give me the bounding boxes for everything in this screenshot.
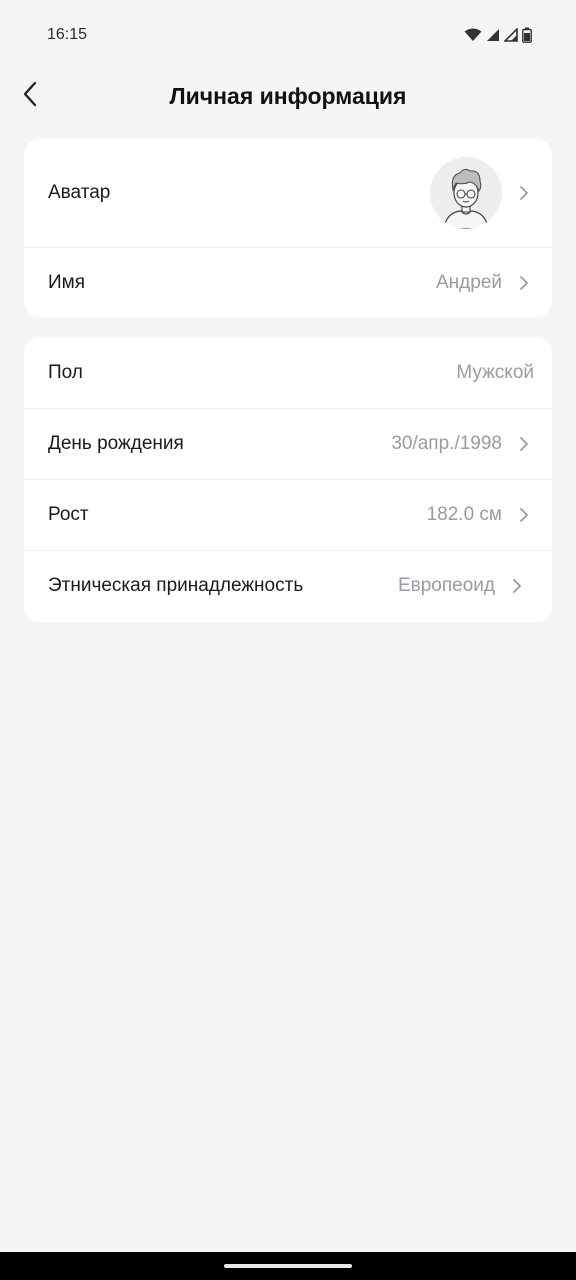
navigation-bar [0, 1252, 576, 1280]
row-label: Пол [48, 361, 83, 383]
birthday-row[interactable]: День рождения 30/апр./1998 [24, 408, 552, 479]
avatar [430, 157, 502, 229]
ethnicity-row[interactable]: Этническая принадлежность Европеоид [24, 550, 552, 621]
battery-icon [522, 27, 532, 43]
chevron-right-icon [518, 275, 530, 291]
page-title: Личная информация [169, 83, 407, 109]
row-label: Аватар [48, 182, 111, 203]
height-row[interactable]: Рост 182.0 см [24, 479, 552, 550]
signal-icon [504, 28, 518, 42]
row-value: Европеоид [397, 575, 495, 596]
signal-icon [486, 28, 500, 42]
gender-row: Пол Мужской [24, 337, 552, 408]
chevron-right-icon [511, 578, 523, 594]
row-label: День рождения [48, 433, 184, 454]
screen: 16:15 Личная информация Аватар Имя Андре… [0, 0, 576, 1280]
profile-card: Аватар Имя Андрей [24, 139, 552, 317]
status-time: 16:15 [47, 26, 88, 43]
row-value: 30/апр./1998 [391, 433, 502, 454]
row-value: 182.0 см [426, 504, 502, 525]
row-label: Имя [48, 271, 86, 293]
home-indicator[interactable] [224, 1264, 352, 1268]
chevron-right-icon [518, 185, 530, 201]
name-row[interactable]: Имя Андрей [24, 247, 552, 317]
wifi-icon [464, 28, 482, 42]
row-label: Рост [48, 504, 89, 525]
avatar-row[interactable]: Аватар [24, 139, 552, 247]
body-info-card: Пол Мужской День рождения 30/апр./1998 Р… [24, 337, 552, 622]
status-bar: 16:15 [0, 0, 576, 70]
row-value: Андрей [436, 271, 502, 293]
row-label: Этническая принадлежность [48, 575, 304, 596]
chevron-right-icon [518, 507, 530, 523]
header: Личная информация [0, 70, 576, 124]
row-value: Мужской [456, 361, 534, 383]
chevron-right-icon [518, 436, 530, 452]
status-icons [464, 27, 532, 43]
